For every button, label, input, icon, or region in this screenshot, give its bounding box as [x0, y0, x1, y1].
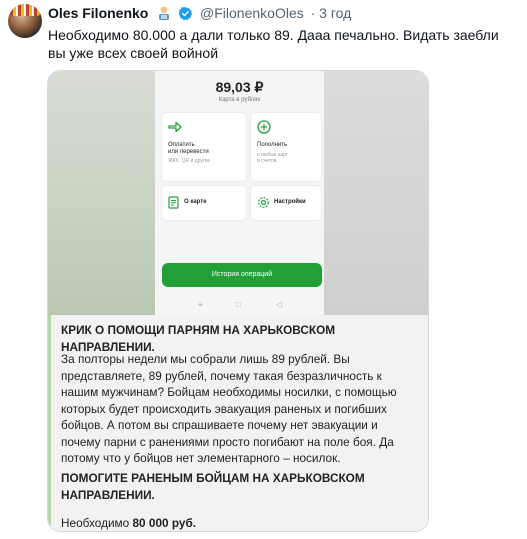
post-need-line: Необходимо 80 000 руб. — [61, 515, 417, 531]
topup-title: Пополнить — [257, 142, 288, 148]
balance-subtitle: Карта в рублях — [218, 97, 261, 103]
author-name[interactable]: Oles Filonenko — [48, 5, 148, 21]
settings-tile: Настройки — [251, 186, 321, 220]
transfer-arrow-icon — [168, 121, 182, 133]
verified-badge-icon — [178, 6, 193, 21]
avatar[interactable] — [8, 4, 42, 38]
android-nav-bar: ≡ □ ◁ — [155, 297, 324, 315]
pay-subtitle: ЖКХ, QR и другое — [168, 158, 211, 164]
person-emoji-icon — [159, 6, 170, 20]
post-call-to-action: ПОМОГИТЕ РАНЕНЫМ БОЙЦАМ НА ХАРЬКОВСКОМ Н… — [61, 471, 365, 502]
pay-tile: Оплатить или перевести ЖКХ, QR и другое — [162, 113, 246, 181]
gear-icon — [258, 197, 269, 208]
blurred-background-left — [48, 71, 155, 315]
balance-amount: 89,03 ₽ — [215, 79, 264, 95]
operation-history-button: История операций — [162, 263, 322, 287]
headdress-decoration — [10, 4, 40, 16]
tweet-time[interactable]: · 3 год — [311, 5, 352, 21]
tweet-header: Oles Filonenko @FilonenkoOles · 3 год — [48, 5, 351, 21]
blurred-background-right — [324, 71, 428, 315]
topup-tile: Пополнить с любых карт и счетов — [251, 113, 321, 181]
need-label: Необходимо — [61, 516, 133, 530]
need-value: 80 000 руб. — [132, 516, 197, 530]
back-triangle-icon: ◁ — [276, 300, 283, 309]
pay-title: Оплатить или перевести — [168, 142, 209, 155]
settings-title: Настройки — [274, 199, 306, 205]
phone-screenshot: 89,03 ₽ Карта в рублях Оплатить или пере… — [155, 71, 324, 315]
document-icon — [168, 196, 179, 209]
tweet-text: Необходимо 80.000 а дали только 89. Дааа… — [48, 27, 499, 61]
topup-subtitle: с любых карт и счетов — [257, 152, 288, 164]
home-square-icon: □ — [236, 300, 241, 309]
plus-circle-icon — [257, 120, 271, 134]
menu-icon: ≡ — [198, 300, 203, 309]
accent-strip — [48, 315, 51, 531]
tweet-media[interactable]: 89,03 ₽ Карта в рублях Оплатить или пере… — [47, 70, 429, 532]
card-info-tile: О карте — [162, 186, 246, 220]
card-info-title: О карте — [184, 199, 207, 205]
author-handle[interactable]: @FilonenkoOles — [200, 5, 304, 21]
post-body: За полторы недели мы собрали лишь 89 руб… — [61, 352, 397, 465]
